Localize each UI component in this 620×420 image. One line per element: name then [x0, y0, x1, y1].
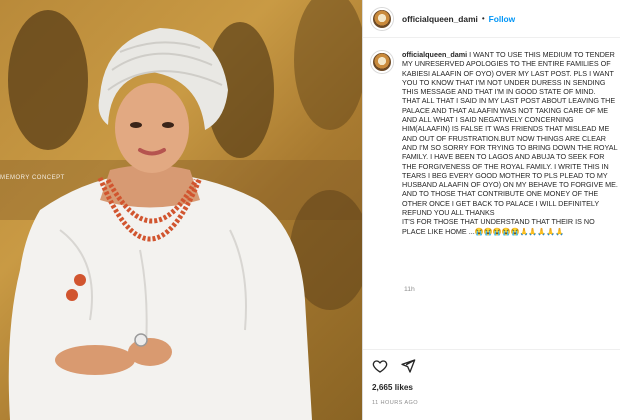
post-actions: 2,665 likes 11 HOURS AGO	[363, 349, 620, 420]
avatar[interactable]	[371, 7, 393, 30]
caption-time: 11h	[404, 286, 415, 293]
follow-button[interactable]: Follow	[489, 14, 516, 24]
action-icons	[372, 358, 416, 374]
post-timestamp: 11 HOURS AGO	[372, 400, 419, 406]
caption-block: officialqueen_dami I WANT TO USE THIS ME…	[371, 50, 620, 276]
post-side-panel: officialqueen_dami • Follow officialquee…	[363, 0, 620, 420]
post-photo[interactable]: MEMORY CONCEPT	[0, 0, 362, 420]
likes-count[interactable]: 2,665 likes	[372, 383, 413, 392]
header-separator: •	[481, 14, 485, 23]
header-username[interactable]: officialqueen_dami	[402, 14, 478, 24]
send-icon[interactable]	[400, 358, 416, 374]
post-header: officialqueen_dami • Follow	[363, 0, 620, 38]
caption-body: I WANT TO USE THIS MEDIUM TO TENDER MY U…	[402, 50, 618, 236]
photo-watermark: MEMORY CONCEPT	[0, 175, 65, 181]
caption-avatar[interactable]	[371, 51, 393, 73]
caption-text: officialqueen_dami I WANT TO USE THIS ME…	[402, 50, 620, 276]
caption-username[interactable]: officialqueen_dami	[402, 50, 467, 59]
photo-illustration	[0, 0, 362, 420]
heart-icon[interactable]	[372, 358, 388, 374]
